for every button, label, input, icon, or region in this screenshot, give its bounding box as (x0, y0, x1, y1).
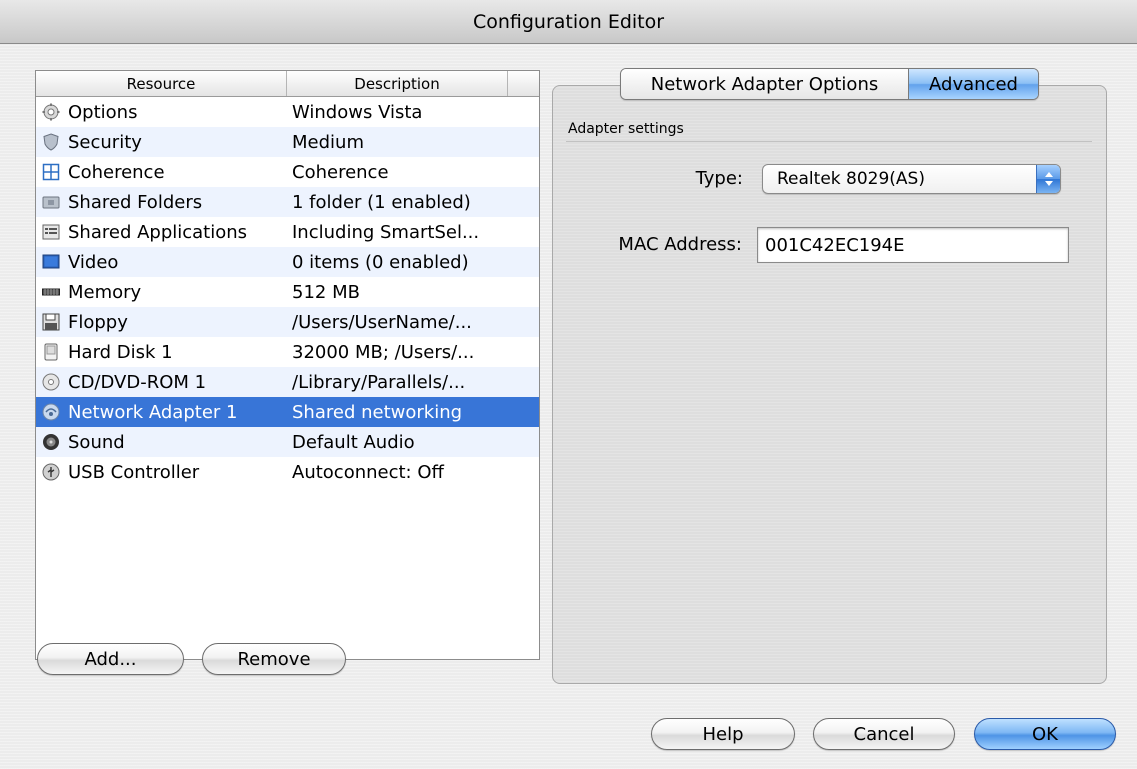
applications-icon (42, 223, 60, 241)
resource-cell: Sound (36, 432, 287, 453)
table-row[interactable]: CD/DVD-ROM 1/Library/Parallels/... (36, 367, 539, 397)
table-row[interactable]: USB Controller Autoconnect: Off (36, 457, 539, 487)
table-row[interactable]: Memory 512 MB (36, 277, 539, 307)
resource-name: Options (68, 101, 138, 123)
mac-address-label: MAC Address: (618, 234, 742, 255)
description-cell: 0 items (0 enabled) (292, 251, 469, 273)
description-cell: Windows Vista (292, 101, 423, 123)
table-row[interactable]: Floppy/Users/UserName/... (36, 307, 539, 337)
resource-name: Security (68, 131, 142, 153)
description-cell: Default Audio (292, 431, 415, 453)
speaker-icon (42, 433, 60, 451)
mac-address-field[interactable] (757, 227, 1069, 263)
resource-cell: Floppy (36, 312, 287, 333)
description-cell: 32000 MB; /Users/... (292, 341, 475, 363)
tab-advanced[interactable]: Advanced (908, 69, 1038, 99)
window-title-bar[interactable]: Configuration Editor (0, 0, 1137, 44)
resource-name: Shared Applications (68, 221, 248, 243)
resource-name: Shared Folders (68, 191, 203, 213)
window-body: Resource Description Options Windows Vist… (0, 44, 1137, 769)
tab-network-adapter-options[interactable]: Network Adapter Options (621, 69, 908, 99)
resource-name: Coherence (68, 161, 165, 183)
network-icon (42, 403, 60, 421)
resource-name: Floppy (68, 311, 128, 333)
adapter-type-value: Realtek 8029(AS) (777, 169, 925, 189)
coherence-icon (42, 163, 60, 181)
memory-chip-icon (42, 283, 60, 301)
table-row[interactable]: Options Windows Vista (36, 97, 539, 127)
cancel-button[interactable]: Cancel (813, 718, 955, 750)
description-cell: Medium (292, 131, 364, 153)
help-button[interactable]: Help (651, 718, 795, 750)
description-cell: /Users/UserName/... (292, 311, 472, 333)
table-header: Resource Description (36, 71, 539, 97)
window-title: Configuration Editor (472, 10, 665, 33)
section-divider (566, 141, 1092, 142)
resource-name: Sound (68, 431, 125, 453)
gear-icon (42, 103, 60, 121)
shield-icon (42, 133, 60, 151)
resources-table[interactable]: Resource Description Options Windows Vist… (35, 70, 540, 660)
resource-cell: Coherence (36, 162, 287, 183)
resource-cell: Shared Folders (36, 192, 287, 213)
table-row[interactable]: Video 0 items (0 enabled) (36, 247, 539, 277)
description-cell: /Library/Parallels/... (292, 371, 466, 393)
resource-cell: Video (36, 252, 287, 273)
table-row[interactable]: Coherence Coherence (36, 157, 539, 187)
hard-disk-icon (42, 343, 60, 361)
folder-icon (42, 193, 60, 211)
resource-cell: USB Controller (36, 462, 287, 483)
resource-cell: Options (36, 102, 287, 123)
resource-name: Network Adapter 1 (68, 401, 238, 423)
description-cell: Including SmartSel... (292, 221, 480, 243)
resource-cell: Network Adapter 1 (36, 402, 287, 423)
table-row[interactable]: Shared Applications Including SmartSel... (36, 217, 539, 247)
table-row[interactable]: Security Medium (36, 127, 539, 157)
resource-name: Video (68, 251, 119, 273)
resource-cell: Security (36, 132, 287, 153)
remove-button[interactable]: Remove (202, 643, 346, 675)
resource-name: Hard Disk 1 (68, 341, 173, 363)
resource-name: Memory (68, 281, 142, 303)
description-cell: Coherence (292, 161, 389, 183)
table-row[interactable]: Hard Disk 1 32000 MB; /Users/... (36, 337, 539, 367)
floppy-disk-icon (42, 313, 60, 331)
add-button[interactable]: Add... (37, 643, 184, 675)
tab-bar: Network Adapter Options Advanced (620, 68, 1039, 100)
column-header-filler (508, 71, 539, 96)
ok-button[interactable]: OK (974, 718, 1116, 750)
resource-name: USB Controller (68, 461, 200, 483)
resource-cell: Memory (36, 282, 287, 303)
updown-arrows-icon (1036, 165, 1060, 193)
description-cell: 512 MB (292, 281, 360, 303)
table-row[interactable]: Shared Folders 1 folder (1 enabled) (36, 187, 539, 217)
column-header-description[interactable]: Description (287, 71, 508, 96)
description-cell: 1 folder (1 enabled) (292, 191, 471, 213)
resource-cell: Shared Applications (36, 222, 287, 243)
adapter-settings-heading: Adapter settings (568, 121, 684, 137)
type-label: Type: (695, 168, 743, 189)
table-row[interactable]: Sound Default Audio (36, 427, 539, 457)
resource-name: CD/DVD-ROM 1 (68, 371, 207, 393)
resource-cell: CD/DVD-ROM 1 (36, 372, 287, 393)
monitor-icon (42, 253, 60, 271)
adapter-type-select[interactable]: Realtek 8029(AS) (762, 164, 1061, 194)
table-row[interactable]: Network Adapter 1 Shared networking (36, 397, 539, 427)
description-cell: Autoconnect: Off (292, 461, 444, 483)
cd-icon (42, 373, 60, 391)
column-header-resource[interactable]: Resource (36, 71, 287, 96)
description-cell: Shared networking (292, 401, 463, 423)
usb-icon (42, 463, 60, 481)
resource-cell: Hard Disk 1 (36, 342, 287, 363)
table-body: Options Windows Vista Security Medium Cohere… (36, 97, 539, 487)
